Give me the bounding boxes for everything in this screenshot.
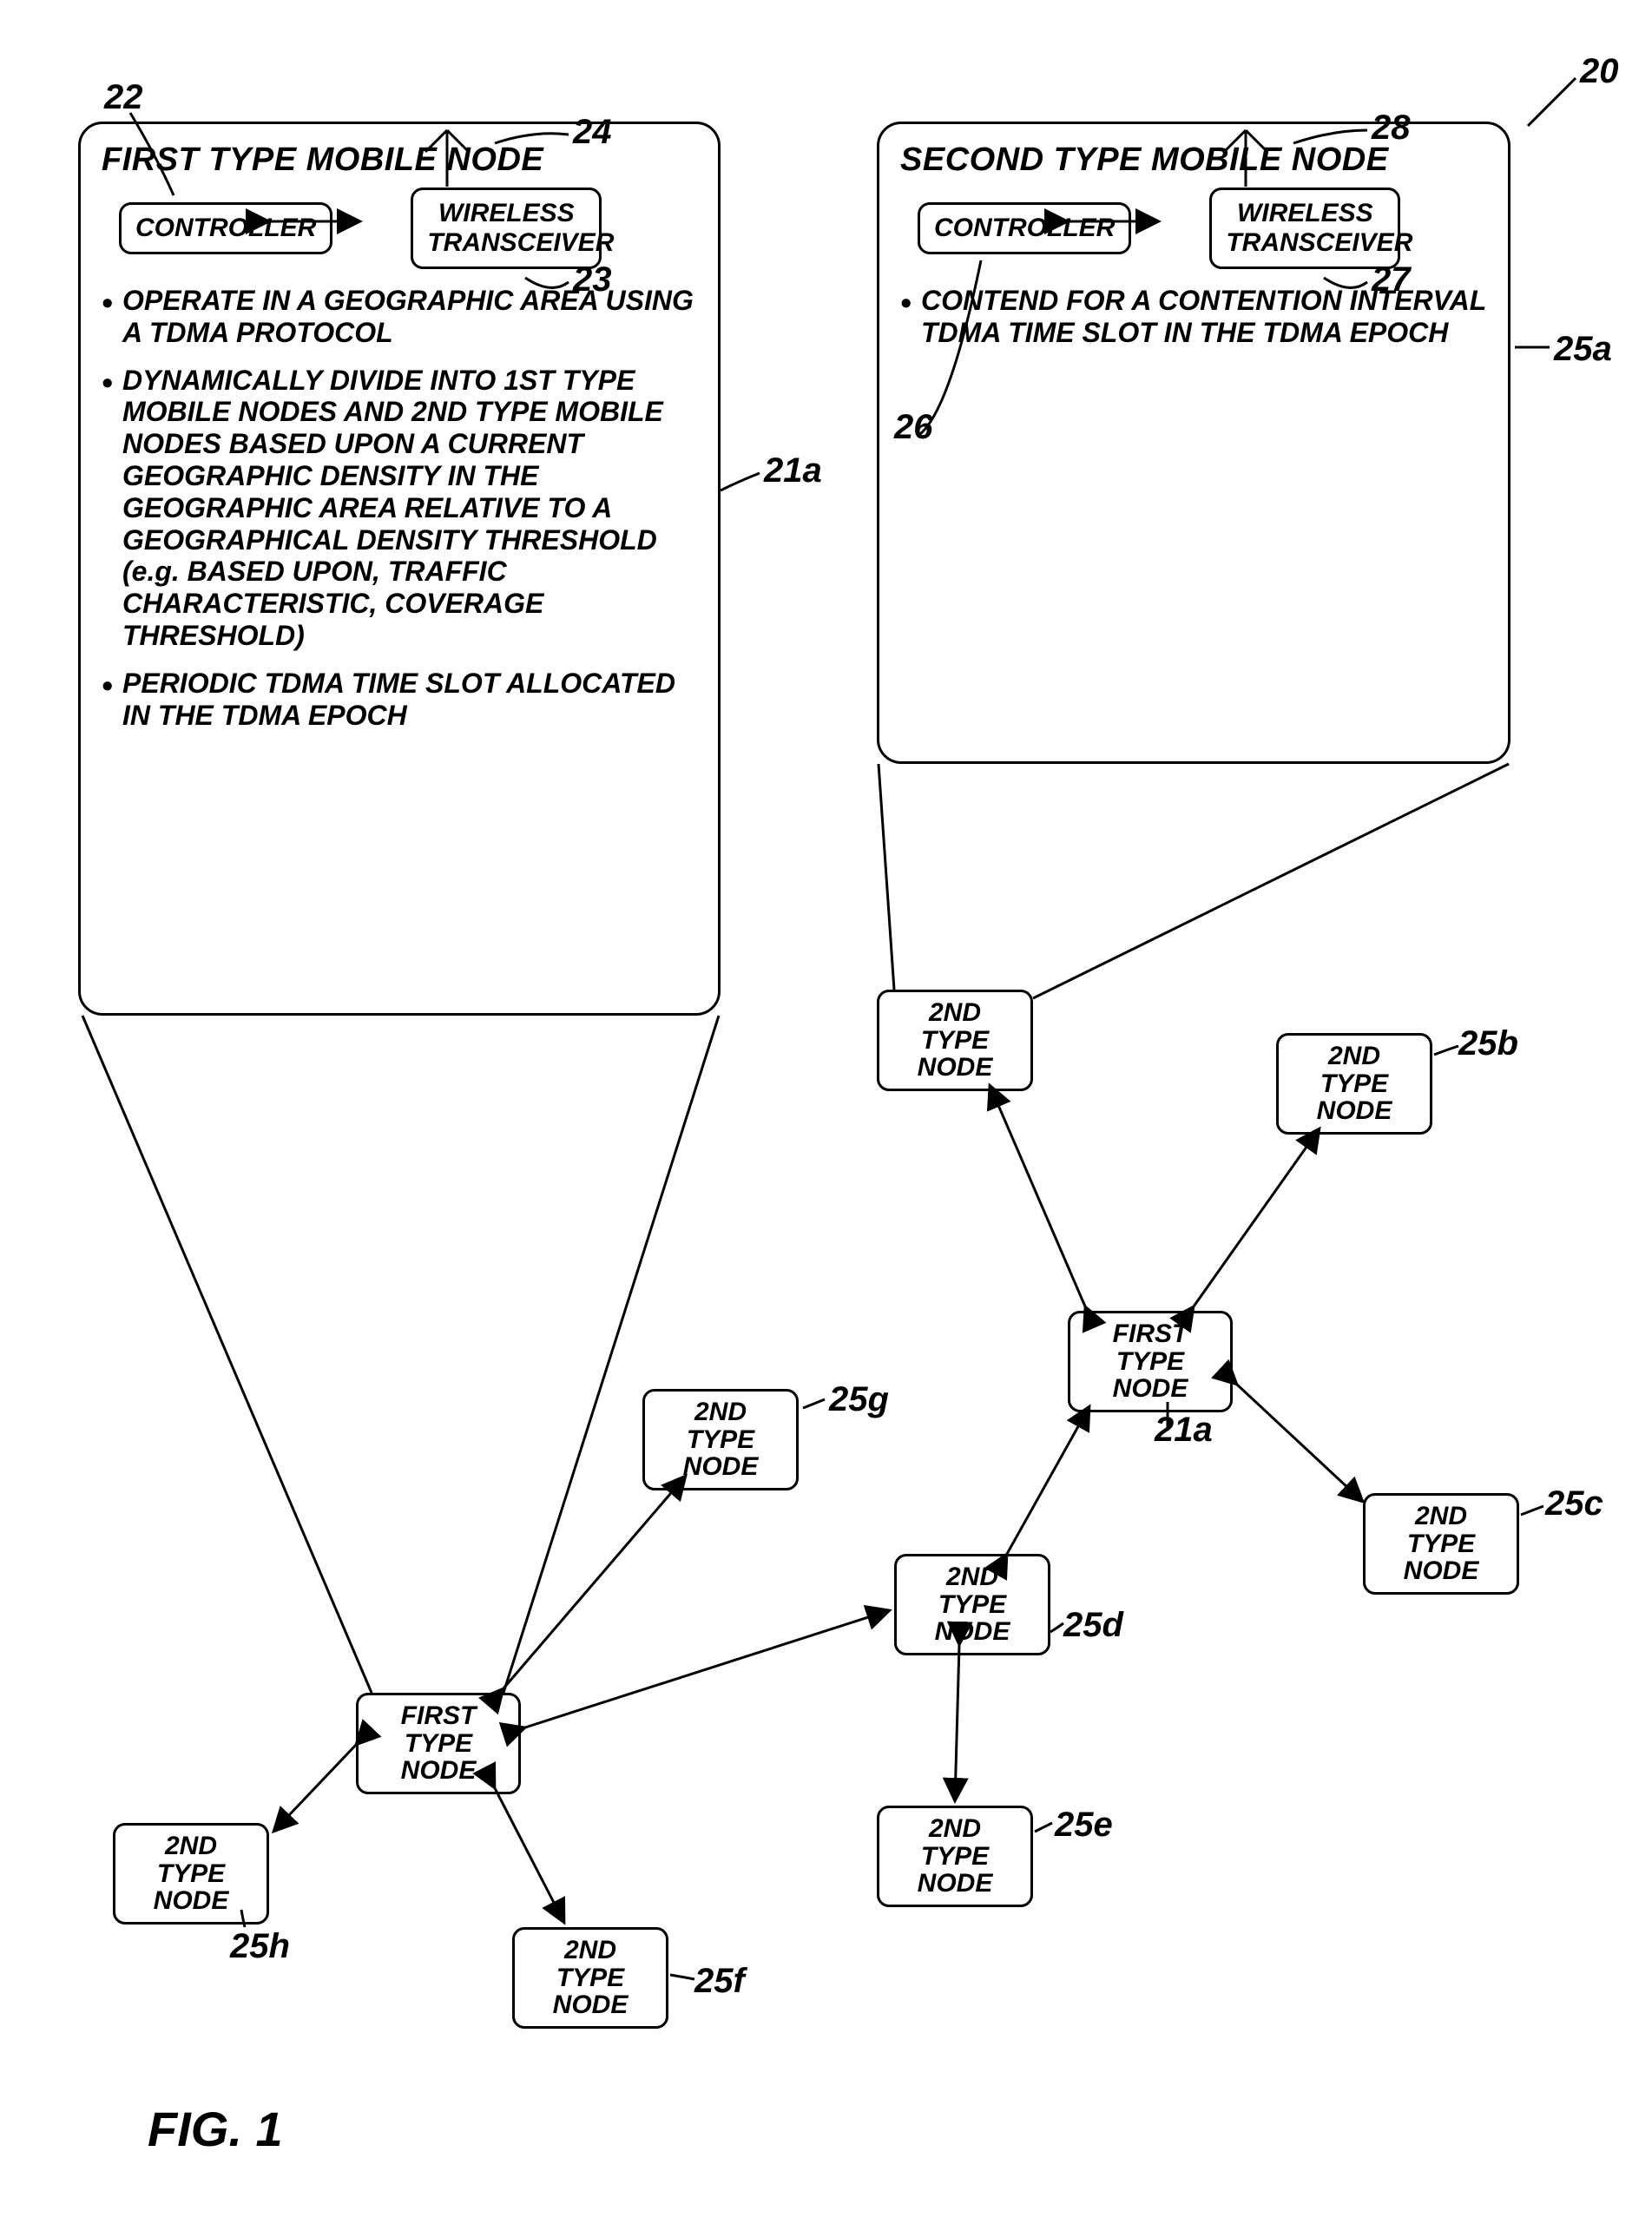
bullet-periodic: PERIODIC TDMA TIME SLOT ALLOCATED IN THE… <box>102 668 697 732</box>
node-25d: 2ND TYPE NODE <box>894 1554 1050 1655</box>
ref-25g: 25g <box>829 1380 889 1419</box>
first-type-node-right: FIRST TYPE NODE <box>1068 1311 1233 1412</box>
first-type-node-left: FIRST TYPE NODE <box>356 1693 521 1794</box>
ref-25b: 25b <box>1458 1024 1518 1063</box>
ref-22: 22 <box>104 78 143 117</box>
ref-21a-detail: 21a <box>764 451 822 490</box>
ref-25a-detail: 25a <box>1554 330 1612 369</box>
node-25b: 2ND TYPE NODE <box>1276 1033 1432 1135</box>
ref-24: 24 <box>573 113 612 152</box>
second-controller-box: CONTROLLER <box>918 202 1131 254</box>
first-transceiver-box: WIRELESS TRANSCEIVER <box>411 188 602 269</box>
ref-25e: 25e <box>1055 1806 1113 1845</box>
ref-21a-node: 21a <box>1155 1411 1213 1450</box>
ref-28: 28 <box>1372 109 1411 148</box>
ref-27: 27 <box>1372 260 1411 299</box>
first-type-detail-box: FIRST TYPE MOBILE NODE CONTROLLER WIRELE… <box>78 122 721 1016</box>
first-bullets: OPERATE IN A GEOGRAPHIC AREA USING A TDM… <box>102 285 697 731</box>
node-25c: 2ND TYPE NODE <box>1363 1493 1519 1595</box>
second-type-detail-box: SECOND TYPE MOBILE NODE CONTROLLER WIREL… <box>877 122 1510 764</box>
ref-25h: 25h <box>230 1927 290 1966</box>
bullet-divide: DYNAMICALLY DIVIDE INTO 1ST TYPE MOBILE … <box>102 365 697 652</box>
node-25e: 2ND TYPE NODE <box>877 1806 1033 1907</box>
ref-20: 20 <box>1580 52 1619 91</box>
node-25a: 2ND TYPE NODE <box>877 990 1033 1091</box>
ref-23: 23 <box>573 260 612 299</box>
ref-25d: 25d <box>1063 1606 1123 1645</box>
ref-26: 26 <box>894 408 933 447</box>
second-transceiver-box: WIRELESS TRANSCEIVER <box>1209 188 1400 269</box>
node-25g: 2ND TYPE NODE <box>642 1389 799 1490</box>
node-25f: 2ND TYPE NODE <box>512 1927 668 2029</box>
node-25h: 2ND TYPE NODE <box>113 1823 269 1925</box>
ref-25f: 25f <box>694 1962 745 2001</box>
first-controller-box: CONTROLLER <box>119 202 332 254</box>
ref-25c: 25c <box>1545 1484 1603 1523</box>
figure-label: FIG. 1 <box>148 2101 283 2157</box>
